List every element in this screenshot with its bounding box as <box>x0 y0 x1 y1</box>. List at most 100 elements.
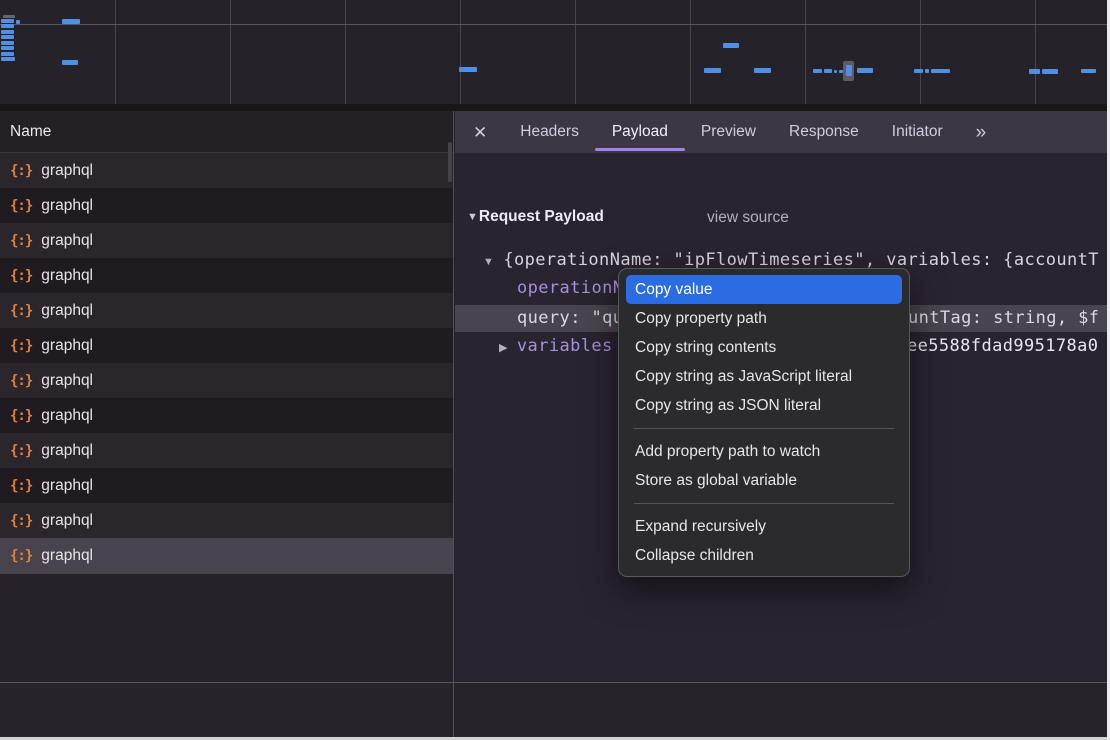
overview-gridline <box>345 0 346 104</box>
overview-request-bar[interactable] <box>813 69 822 73</box>
overview-request-bar[interactable] <box>834 70 837 73</box>
request-row[interactable]: {:} graphql <box>0 398 453 433</box>
overview-request-bar[interactable] <box>1 30 14 34</box>
request-name-label: graphql <box>41 407 93 425</box>
variables-value-right-fragment: ee5588fdad995178a0 <box>907 333 1098 359</box>
overview-gridline <box>575 0 576 104</box>
request-name-label: graphql <box>41 512 93 530</box>
more-tabs-icon[interactable]: » <box>976 123 987 142</box>
overview-request-bar[interactable] <box>16 20 20 24</box>
fetch-request-icon: {:} <box>10 513 32 529</box>
panel-split-divider[interactable] <box>453 111 454 740</box>
request-name-label: graphql <box>41 442 93 460</box>
request-row[interactable]: {:}graphql <box>0 258 453 293</box>
fetch-request-icon: {:} <box>10 548 32 564</box>
name-column-header[interactable]: Name <box>0 111 453 153</box>
summary-bar <box>0 683 1110 737</box>
request-row[interactable]: {:}graphql <box>0 468 453 503</box>
context-menu-item-collapse-children[interactable]: Collapse children <box>626 541 902 570</box>
context-menu-item-expand-recursively[interactable]: Expand recursively <box>626 512 902 541</box>
request-name-label: graphql <box>41 267 93 285</box>
overview-request-bar[interactable] <box>62 60 78 65</box>
tab-payload[interactable]: Payload <box>612 111 668 153</box>
network-overview-timeline[interactable] <box>0 0 1110 104</box>
footer-panel-divider <box>453 683 454 737</box>
fetch-request-icon: {:} <box>10 373 32 389</box>
request-row[interactable]: {:}graphql <box>0 188 453 223</box>
context-menu-item-copy-string-contents[interactable]: Copy string contents <box>626 333 902 362</box>
request-name-label: graphql <box>41 232 93 250</box>
overview-request-bar[interactable] <box>1029 69 1040 74</box>
request-name-label: graphql <box>41 162 93 180</box>
overview-request-bar[interactable] <box>754 68 771 73</box>
request-payload-title: Request Payload <box>479 208 604 226</box>
overview-request-bar[interactable] <box>914 69 923 73</box>
overview-request-bar[interactable] <box>3 15 15 18</box>
detail-tab-bar: ✕ Headers Payload Preview Response Initiator… <box>455 111 1110 153</box>
overview-request-bar[interactable] <box>846 65 852 76</box>
request-row[interactable]: {:} graphql <box>0 503 453 538</box>
collapse-triangle-icon[interactable]: ▼ <box>467 211 478 223</box>
fetch-request-icon: {:} <box>10 478 32 494</box>
tab-preview[interactable]: Preview <box>701 111 756 153</box>
overview-request-bar[interactable] <box>1 24 14 28</box>
key-colon: : <box>570 308 591 328</box>
overview-request-bar[interactable] <box>704 68 721 73</box>
overview-gridline <box>690 0 691 104</box>
context-menu-item-copy-property-path[interactable]: Copy property path <box>626 304 902 333</box>
fetch-request-icon: {:} <box>10 233 32 249</box>
overview-request-bar[interactable] <box>857 68 873 73</box>
property-key: variables <box>517 336 613 356</box>
request-list-panel: Name {:}graphql{:}graphql{:}graphql{:}gr… <box>0 111 453 682</box>
overview-request-bar[interactable] <box>824 69 832 73</box>
tab-headers[interactable]: Headers <box>520 111 579 153</box>
view-source-link[interactable]: view source <box>707 209 789 227</box>
context-menu-item-copy-value[interactable]: Copy value <box>626 275 902 304</box>
overview-request-bar[interactable] <box>1 19 14 23</box>
payload-object-preview-text: {operationName: "ipFlowTimeseries", vari… <box>503 250 1099 270</box>
tab-initiator[interactable]: Initiator <box>892 111 943 153</box>
overview-request-bar[interactable] <box>62 19 80 24</box>
request-row[interactable]: {:}graphql <box>0 363 453 398</box>
request-name-label: graphql <box>41 337 93 355</box>
overview-request-bar[interactable] <box>1 52 14 56</box>
expand-triangle-icon[interactable]: ▼ <box>483 256 494 268</box>
context-menu-item-copy-string-as-json-literal[interactable]: Copy string as JSON literal <box>626 391 902 420</box>
overview-request-bar[interactable] <box>925 69 929 73</box>
request-payload-section-header[interactable]: ▼ Request Payload <box>467 208 604 226</box>
query-row[interactable]: query: "qu <box>517 305 623 331</box>
request-name-label: graphql <box>41 547 93 565</box>
request-row[interactable]: {:}graphql <box>0 328 453 363</box>
context-menu-divider <box>634 428 894 429</box>
variables-row[interactable]: ▶ variables <box>499 333 613 359</box>
overview-request-bar[interactable] <box>1042 69 1058 74</box>
expand-triangle-icon[interactable]: ▶ <box>499 342 507 354</box>
overview-request-bar[interactable] <box>459 67 477 72</box>
context-menu-divider <box>634 503 894 504</box>
request-row[interactable]: {:} graphql <box>0 223 453 258</box>
name-column-label: Name <box>10 123 51 141</box>
request-row[interactable]: {:}graphql <box>0 433 453 468</box>
request-list: {:} graphql {:} graphql {:} graphql {:} graphql… <box>0 153 453 574</box>
property-key: query <box>517 308 570 328</box>
close-icon[interactable]: ✕ <box>473 124 487 141</box>
overview-request-bar[interactable] <box>931 69 950 73</box>
overview-request-bar[interactable] <box>1081 69 1096 73</box>
fetch-request-icon: {:} <box>10 408 32 424</box>
list-scrollbar-thumb[interactable] <box>448 142 452 182</box>
fetch-request-icon: {:} <box>10 163 32 179</box>
context-menu-item-copy-string-as-javascript-literal[interactable]: Copy string as JavaScript literal <box>626 362 902 391</box>
request-row[interactable]: {:}graphql <box>0 293 453 328</box>
tab-response[interactable]: Response <box>789 111 859 153</box>
context-menu-item-store-as-global-variable[interactable]: Store as global variable <box>626 466 902 495</box>
overview-gridline <box>920 0 921 104</box>
overview-gridline <box>1035 0 1036 104</box>
overview-request-bar[interactable] <box>1 35 14 39</box>
overview-request-bar[interactable] <box>1 46 14 50</box>
request-row[interactable]: {:} graphql <box>0 538 453 574</box>
request-row[interactable]: {:} graphql <box>0 153 453 188</box>
context-menu-item-add-property-path-to-watch[interactable]: Add property path to watch <box>626 437 902 466</box>
overview-request-bar[interactable] <box>723 43 739 48</box>
overview-request-bar[interactable] <box>1 57 15 61</box>
overview-request-bar[interactable] <box>1 41 14 45</box>
